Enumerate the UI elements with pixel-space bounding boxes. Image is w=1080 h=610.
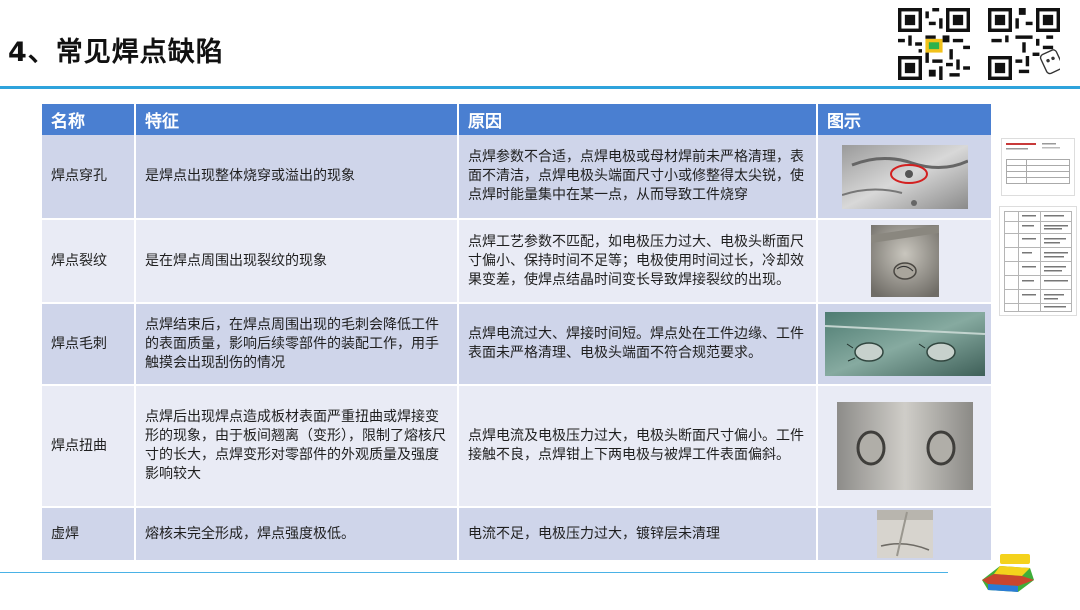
slide-title: 4、常见焊点缺陷 (8, 37, 224, 68)
defect-name: 焊点毛刺 (42, 303, 136, 386)
defect-name: 焊点裂纹 (42, 219, 136, 304)
defect-photo (876, 510, 933, 558)
defect-table: 名称 特征 原因 图示 焊点穿孔 是焊点出现整体烧穿或溢出的现象 点焊参数不合适… (42, 104, 993, 562)
defect-photo (824, 312, 985, 376)
defect-feature: 点焊结束后，在焊点周围出现的毛刺会降低工件的表面质量，影响后续零部件的装配工作，… (135, 303, 459, 386)
table-row: 焊点穿孔 是焊点出现整体烧穿或溢出的现象 点焊参数不合适，点焊电极或母材焊前未严… (42, 135, 993, 220)
footer-divider (0, 572, 948, 573)
defect-cause: 点焊工艺参数不匹配，如电极压力过大、电极头断面尺寸偏小、保持时间不足等；电极使用… (458, 219, 818, 304)
table-row: 虚焊 熔核未完全形成，焊点强度极低。 电流不足，电极压力过大，镀锌层未清理 (42, 507, 993, 562)
header-feature: 特征 (135, 104, 459, 135)
defect-name: 焊点穿孔 (42, 135, 136, 220)
table-row: 焊点毛刺 点焊结束后，在焊点周围出现的毛刺会降低工件的表面质量，影响后续零部件的… (42, 303, 993, 386)
defect-feature: 点焊后出现焊点造成板材表面严重扭曲或焊接变形的现象，由于板间翘离（变形），限制了… (135, 385, 459, 508)
defect-name: 虚焊 (42, 507, 136, 562)
table-row: 焊点裂纹 是在焊点周围出现裂纹的现象 点焊工艺参数不匹配，如电极压力过大、电极头… (42, 219, 993, 304)
defect-name: 焊点扭曲 (42, 385, 136, 508)
defect-photo (870, 225, 939, 297)
table-row: 焊点扭曲 点焊后出现焊点造成板材表面严重扭曲或焊接变形的现象，由于板间翘离（变形… (42, 385, 993, 508)
defect-photo (841, 144, 968, 209)
title-divider (0, 86, 1080, 89)
cae-logo-icon (978, 550, 1036, 596)
qr-code-icon (898, 8, 970, 80)
defect-cause: 点焊电流过大、焊接时间短。焊点处在工件边缘、工件表面未严格清理、电极头端面不符合… (458, 303, 818, 386)
defect-cause: 点焊电流及电极压力过大，电极头断面尺寸偏小。工件接触不良，点焊钳上下两电极与被焊… (458, 385, 818, 508)
table-header-row: 名称 特征 原因 图示 (42, 104, 993, 135)
defect-cause: 点焊参数不合适，点焊电极或母材焊前未严格清理，表面不清洁，点焊电极头端面尺寸小或… (458, 135, 818, 220)
header-illustration: 图示 (817, 104, 993, 135)
defect-photo (836, 402, 973, 490)
defect-feature: 熔核未完全形成，焊点强度极低。 (135, 507, 459, 562)
document-thumbnail (999, 206, 1077, 316)
defect-feature: 是在焊点周围出现裂纹的现象 (135, 219, 459, 304)
qr-code-icon (988, 8, 1060, 80)
header-name: 名称 (42, 104, 136, 135)
header-cause: 原因 (458, 104, 818, 135)
defect-feature: 是焊点出现整体烧穿或溢出的现象 (135, 135, 459, 220)
defect-cause: 电流不足，电极压力过大，镀锌层未清理 (458, 507, 818, 562)
document-thumbnail (1001, 138, 1075, 196)
